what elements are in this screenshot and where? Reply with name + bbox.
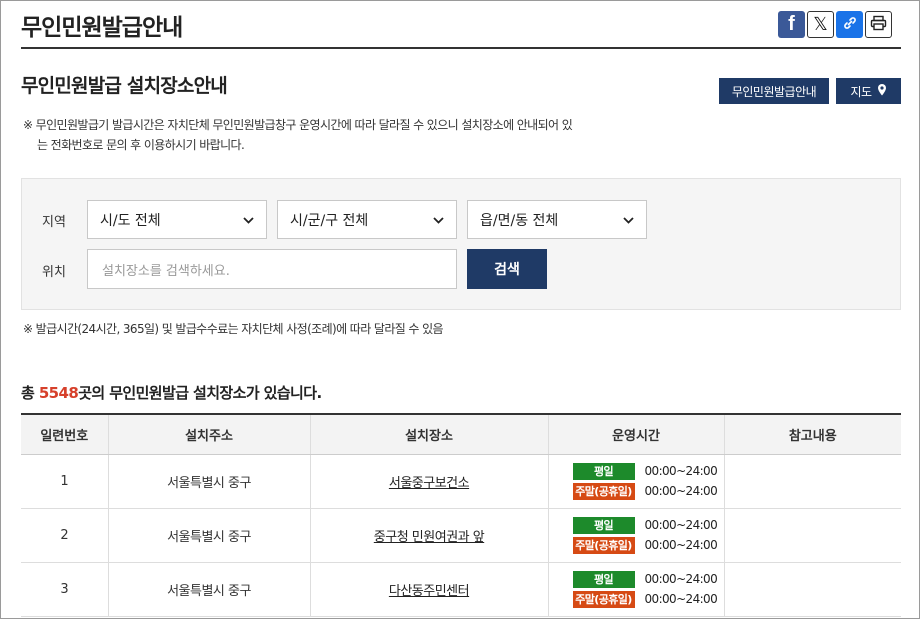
x-icon: 𝕏: [813, 14, 828, 34]
row-note: [724, 454, 901, 509]
weekend-badge: 주말(공휴일): [572, 536, 635, 554]
section-title: 무인민원발급 설치장소안내: [21, 75, 228, 97]
weekend-time: 00:00~24:00: [644, 484, 718, 498]
page-title: 무인민원발급안내: [21, 15, 183, 41]
table-row: 2 서울특별시 중구 중구청 민원여권과 앞 평일 00:00~24:00 주말(…: [21, 508, 901, 563]
weekday-badge: 평일: [572, 516, 635, 534]
weekday-time: 00:00~24:00: [644, 518, 718, 532]
weekend-time: 00:00~24:00: [644, 538, 718, 552]
row-note: [724, 508, 901, 563]
x-share-button[interactable]: 𝕏: [807, 11, 834, 38]
link-icon: [842, 15, 858, 35]
notice-line-1: ※ 무인민원발급기 발급시간은 자치단체 무인민원발급창구 운영시간에 따라 달…: [23, 118, 573, 132]
row-place: 다산동주민센터: [310, 562, 549, 617]
weekend-time: 00:00~24:00: [644, 592, 718, 606]
sido-select[interactable]: 시/도 전체: [87, 200, 267, 239]
copy-link-button[interactable]: [836, 11, 863, 38]
region-label: 지역: [42, 215, 66, 230]
search-input[interactable]: 설치장소를 검색하세요.: [87, 249, 457, 289]
place-link[interactable]: 중구청 민원여권과 앞: [374, 530, 485, 545]
search-button[interactable]: 검색: [467, 249, 547, 289]
chevron-down-icon: [623, 213, 634, 227]
fee-note: ※ 발급시간(24시간, 365일) 및 발급수수료는 자치단체 사정(조례)에…: [23, 322, 444, 336]
facebook-share-button[interactable]: f: [778, 11, 805, 38]
row-hours: 평일 00:00~24:00 주말(공휴일) 00:00~24:00: [548, 454, 725, 509]
title-divider: [21, 47, 901, 49]
row-serial: 1: [21, 454, 109, 509]
header-hours: 운영시간: [548, 413, 725, 455]
print-icon: [870, 15, 887, 35]
table-header-row: 일련번호 설치주소 설치장소 운영시간 참고내용: [21, 413, 901, 455]
chevron-down-icon: [243, 213, 254, 227]
notice-line-2: 는 전화번호로 문의 후 이용하시기 바랍니다.: [37, 138, 245, 152]
header-place: 설치장소: [310, 413, 549, 455]
row-address: 서울특별시 중구: [108, 508, 311, 563]
row-hours: 평일 00:00~24:00 주말(공휴일) 00:00~24:00: [548, 562, 725, 617]
search-panel: 지역 시/도 전체 시/군/구 전체 읍/면/동 전체 위치 설치장소를 검색하…: [21, 178, 901, 310]
table-row: 3 서울특별시 중구 다산동주민센터 평일 00:00~24:00 주말(공휴일)…: [21, 562, 901, 617]
total-count: 5548: [38, 384, 79, 402]
row-hours: 평일 00:00~24:00 주말(공휴일) 00:00~24:00: [548, 508, 725, 563]
notice-text: ※ 무인민원발급기 발급시간은 자치단체 무인민원발급창구 운영시간에 따라 달…: [23, 115, 573, 155]
table-row: 1 서울특별시 중구 서울중구보건소 평일 00:00~24:00 주말(공휴일)…: [21, 454, 901, 509]
weekday-badge: 평일: [572, 462, 635, 480]
sido-select-value: 시/도 전체: [100, 212, 161, 229]
facebook-icon: f: [788, 13, 795, 35]
total-count-text: 총 5548곳의 무인민원발급 설치장소가 있습니다.: [21, 382, 322, 403]
total-prefix: 총: [21, 384, 39, 402]
header-serial: 일련번호: [21, 413, 109, 455]
header-note: 참고내용: [724, 413, 901, 455]
sigungu-select[interactable]: 시/군/구 전체: [277, 200, 457, 239]
row-address: 서울특별시 중구: [108, 562, 311, 617]
map-button-label: 지도: [850, 84, 872, 99]
eupmyeondong-select-value: 읍/면/동 전체: [480, 212, 559, 229]
row-serial: 3: [21, 562, 109, 617]
guide-button[interactable]: 무인민원발급안내: [719, 78, 829, 104]
weekend-badge: 주말(공휴일): [572, 590, 635, 608]
map-button[interactable]: 지도: [836, 78, 901, 104]
chevron-down-icon: [433, 213, 444, 227]
weekend-badge: 주말(공휴일): [572, 482, 635, 500]
row-place: 서울중구보건소: [310, 454, 549, 509]
row-serial: 2: [21, 508, 109, 563]
location-label: 위치: [42, 265, 66, 280]
row-address: 서울특별시 중구: [108, 454, 311, 509]
location-table: 일련번호 설치주소 설치장소 운영시간 참고내용 1 서울특별시 중구 서울중구…: [21, 413, 901, 617]
total-suffix: 곳의 무인민원발급 설치장소가 있습니다.: [78, 384, 322, 402]
eupmyeondong-select[interactable]: 읍/면/동 전체: [467, 200, 647, 239]
header-address: 설치주소: [108, 413, 311, 455]
weekday-time: 00:00~24:00: [644, 464, 718, 478]
row-note: [724, 562, 901, 617]
sigungu-select-value: 시/군/구 전체: [290, 212, 369, 229]
place-link[interactable]: 서울중구보건소: [389, 476, 470, 491]
weekday-badge: 평일: [572, 570, 635, 588]
map-pin-icon: [877, 83, 887, 99]
place-link[interactable]: 다산동주민센터: [389, 584, 470, 599]
print-button[interactable]: [865, 11, 892, 38]
row-place: 중구청 민원여권과 앞: [310, 508, 549, 563]
weekday-time: 00:00~24:00: [644, 572, 718, 586]
